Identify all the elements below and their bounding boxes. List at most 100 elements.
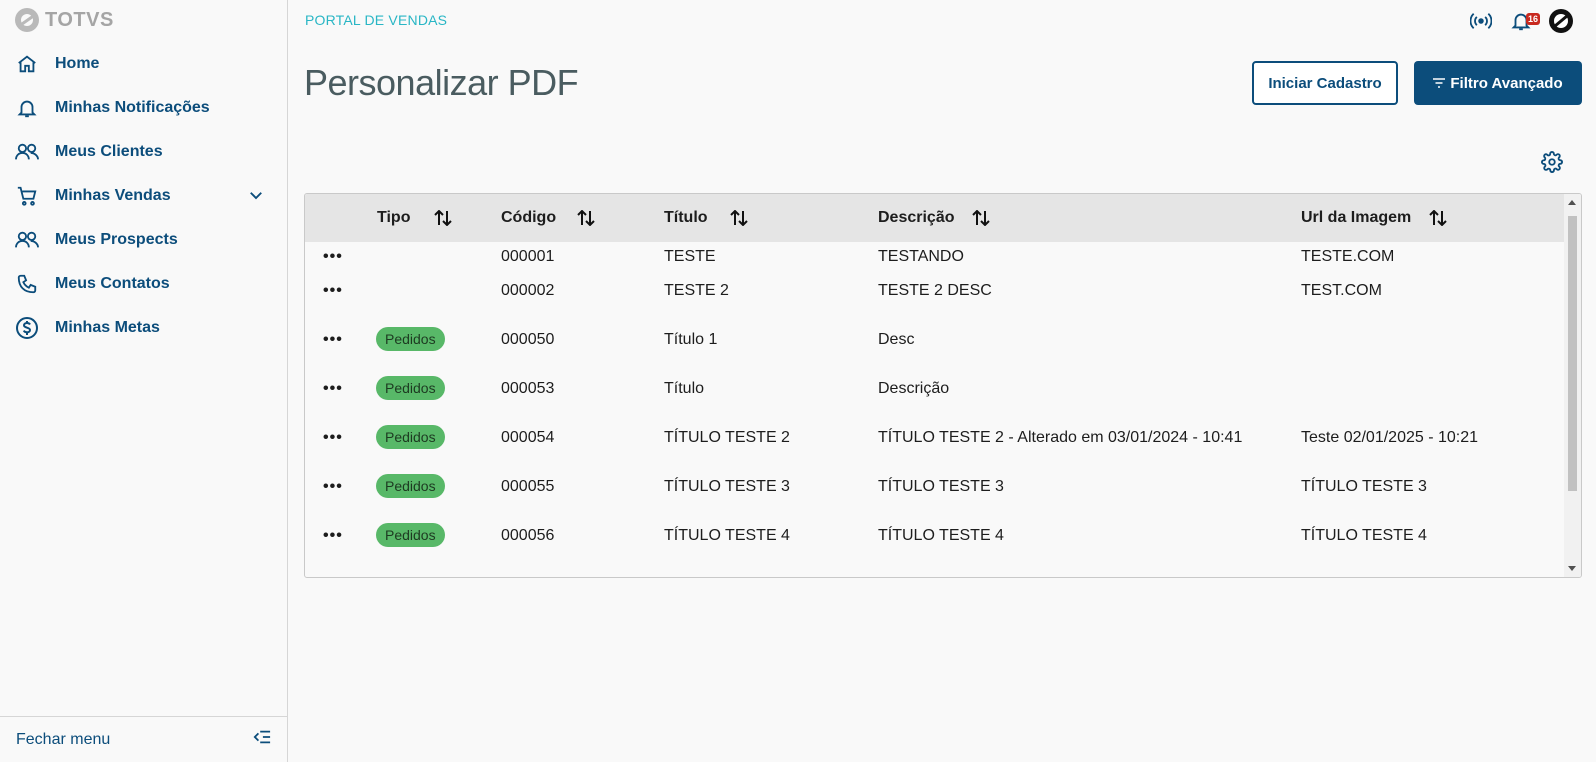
table-header: Tipo Código Título Descrição Url da Imag… (305, 194, 1566, 242)
sidebar-item-clientes[interactable]: Meus Clientes (0, 130, 287, 174)
main-content: PORTAL DE VENDAS 16 Personalizar PDF Ini… (288, 0, 1596, 762)
type-tag: Pedidos (376, 523, 445, 547)
cell-codigo: 000053 (501, 380, 555, 397)
home-icon (14, 51, 40, 77)
sidebar-item-label: Home (55, 55, 100, 72)
advanced-filter-label: Filtro Avançado (1450, 74, 1563, 92)
column-label: Descrição (878, 209, 955, 226)
close-menu-label: Fechar menu (16, 730, 111, 748)
cell-titulo: Título 1 (664, 331, 718, 348)
sort-icon[interactable] (972, 194, 990, 242)
cell-titulo: TESTE (664, 248, 716, 265)
type-tag: Pedidos (376, 376, 445, 400)
sidebar-item-label: Meus Contatos (55, 275, 170, 292)
column-header-tipo[interactable]: Tipo (377, 194, 410, 242)
dollar-icon (14, 315, 40, 341)
sidebar-item-label: Minhas Vendas (55, 187, 171, 204)
cell-codigo: 000001 (501, 248, 555, 265)
cell-descricao: Descrição (878, 380, 950, 397)
gear-icon[interactable] (1540, 150, 1564, 174)
sort-icon[interactable] (730, 194, 748, 242)
row-actions-button[interactable]: ••• (323, 527, 343, 545)
scroll-down-icon[interactable] (1568, 566, 1576, 571)
cell-codigo: 000056 (501, 527, 555, 544)
sidebar-item-label: Meus Clientes (55, 143, 163, 160)
cell-url: Teste 02/01/2025 - 10:21 (1301, 429, 1479, 446)
sort-icon[interactable] (1429, 194, 1447, 242)
column-label: Tipo (377, 209, 411, 226)
header-actions: 16 (1468, 8, 1574, 34)
sort-icon[interactable] (577, 194, 595, 242)
cell-descricao: TÍTULO TESTE 4 (878, 527, 1004, 544)
pdf-table: Tipo Código Título Descrição Url da Imag… (304, 193, 1582, 578)
connection-icon[interactable] (1468, 8, 1494, 34)
table-row: ••• Pedidos 000056 TÍTULO TESTE 4 TÍTULO… (305, 517, 1566, 566)
column-label: Url da Imagem (1301, 209, 1412, 226)
table-body: ••• 000001 TESTE TESTANDO TESTE.COM ••• … (305, 242, 1566, 566)
sidebar-item-contatos[interactable]: Meus Contatos (0, 262, 287, 306)
user-avatar-icon[interactable] (1548, 8, 1574, 34)
cell-titulo: TÍTULO TESTE 2 (664, 429, 790, 446)
column-header-titulo[interactable]: Título (664, 194, 708, 242)
cell-codigo: 000055 (501, 478, 555, 495)
sidebar-item-label: Minhas Metas (55, 319, 160, 336)
table-scrollbar[interactable] (1564, 194, 1581, 577)
column-header-descricao[interactable]: Descrição (878, 194, 955, 242)
users-icon (14, 139, 40, 165)
page-title: Personalizar PDF (304, 62, 579, 103)
close-menu-button[interactable]: Fechar menu (0, 716, 287, 762)
sidebar-nav: Home Minhas Notificações Meus Clientes M… (0, 42, 287, 350)
sidebar-item-metas[interactable]: Minhas Metas (0, 306, 287, 350)
start-register-button[interactable]: Iniciar Cadastro (1252, 61, 1398, 105)
sidebar: TOTVS Home Minhas Notificações Meus Clie… (0, 0, 288, 762)
cell-url: TÍTULO TESTE 4 (1301, 527, 1427, 544)
table-row: ••• Pedidos 000050 Título 1 Desc (305, 321, 1566, 370)
cell-descricao: TÍTULO TESTE 3 (878, 478, 1004, 495)
row-actions-button[interactable]: ••• (323, 282, 343, 300)
cell-url: TESTE.COM (1301, 248, 1395, 265)
cell-titulo: Título (664, 380, 705, 397)
cell-descricao: Desc (878, 331, 915, 348)
bell-icon (14, 95, 40, 121)
cell-titulo: TÍTULO TESTE 3 (664, 478, 790, 495)
column-label: Código (501, 209, 557, 226)
column-header-url[interactable]: Url da Imagem (1301, 194, 1411, 242)
row-actions-button[interactable]: ••• (323, 331, 343, 349)
row-actions-button[interactable]: ••• (323, 380, 343, 398)
sidebar-item-prospects[interactable]: Meus Prospects (0, 218, 287, 262)
filter-icon (1433, 75, 1446, 92)
table-row: ••• Pedidos 000055 TÍTULO TESTE 3 TÍTULO… (305, 468, 1566, 517)
cell-codigo: 000002 (501, 282, 555, 299)
cart-icon (14, 183, 40, 209)
chevron-down-icon[interactable] (247, 186, 265, 209)
row-actions-button[interactable]: ••• (323, 429, 343, 447)
table-row: ••• 000001 TESTE TESTANDO TESTE.COM (305, 242, 1566, 272)
sidebar-item-notificacoes[interactable]: Minhas Notificações (0, 86, 287, 130)
users-icon (14, 227, 40, 253)
type-tag: Pedidos (376, 474, 445, 498)
collapse-menu-icon (253, 729, 271, 750)
advanced-filter-button[interactable]: Filtro Avançado (1414, 61, 1582, 105)
totvs-logo-icon (15, 8, 39, 32)
phone-icon (14, 271, 40, 297)
sidebar-item-home[interactable]: Home (0, 42, 287, 86)
column-label: Título (664, 209, 708, 226)
cell-titulo: TÍTULO TESTE 4 (664, 527, 790, 544)
sidebar-item-vendas[interactable]: Minhas Vendas (0, 174, 287, 218)
row-actions-button[interactable]: ••• (323, 248, 343, 266)
row-actions-button[interactable]: ••• (323, 478, 343, 496)
table-row: ••• Pedidos 000053 Título Descrição (305, 370, 1566, 419)
column-header-codigo[interactable]: Código (501, 194, 556, 242)
sidebar-item-label: Meus Prospects (55, 231, 178, 248)
table-row: ••• 000002 TESTE 2 TESTE 2 DESC TEST.COM (305, 272, 1566, 321)
cell-codigo: 000050 (501, 331, 555, 348)
scrollbar-thumb[interactable] (1568, 216, 1577, 491)
type-tag: Pedidos (376, 425, 445, 449)
notifications-button[interactable]: 16 (1508, 8, 1540, 34)
sort-icon[interactable] (434, 194, 452, 242)
cell-descricao: TESTANDO (878, 248, 964, 265)
cell-descricao: TESTE 2 DESC (878, 282, 992, 299)
notification-badge: 16 (1525, 13, 1540, 25)
portal-title: PORTAL DE VENDAS (305, 12, 448, 28)
scroll-up-icon[interactable] (1568, 200, 1576, 205)
